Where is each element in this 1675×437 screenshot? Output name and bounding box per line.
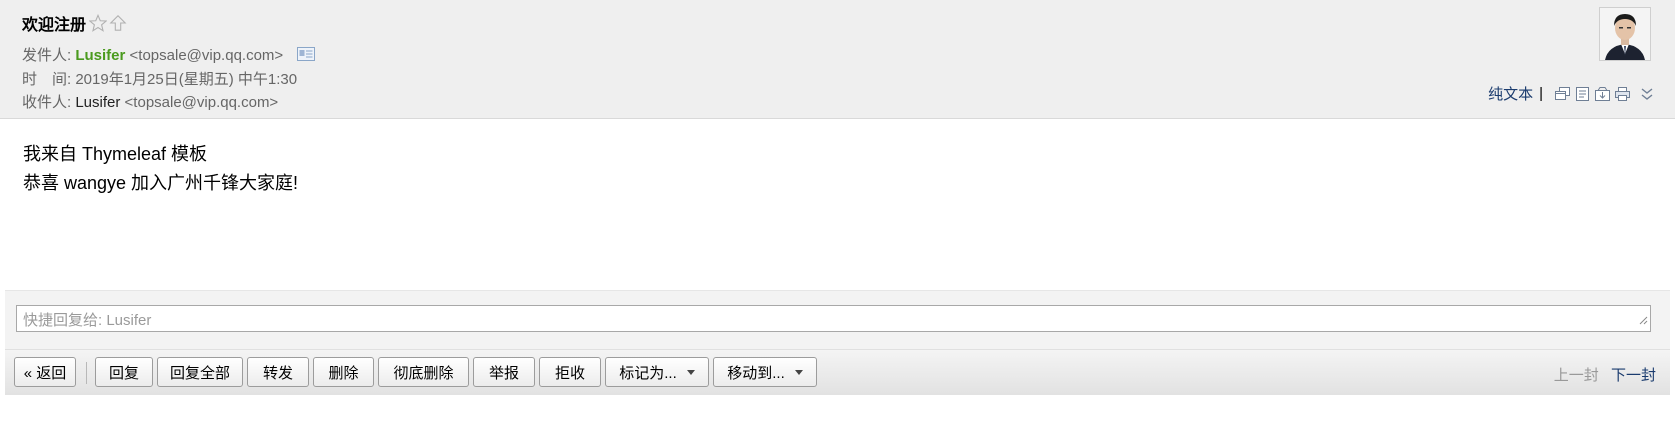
time-row: 时 间: 2019年1月25日(星期五) 中午1:30 — [22, 68, 297, 89]
report-button[interactable]: 举报 — [473, 357, 535, 387]
recipient-name[interactable]: Lusifer — [75, 94, 120, 111]
delete-permanent-button[interactable]: 彻底删除 — [378, 357, 469, 387]
mark-as-label: 标记为... — [619, 364, 677, 382]
toolbar-divider — [86, 362, 87, 384]
star-icon[interactable] — [89, 14, 108, 32]
avatar[interactable] — [1599, 7, 1651, 61]
reply-button[interactable]: 回复 — [95, 357, 153, 387]
move-to-label: 移动到... — [727, 364, 785, 382]
back-button[interactable]: « 返回 — [14, 357, 76, 387]
quick-reply-input[interactable]: 快捷回复给: Lusifer — [16, 305, 1651, 332]
mail-body: 我来自 Thymeleaf 模板 恭喜 wangye 加入广州千锋大家庭! — [23, 140, 298, 198]
tools-separator: | — [1539, 85, 1543, 102]
flag-up-icon[interactable] — [109, 14, 127, 32]
to-row: 收件人: Lusifer <topsale@vip.qq.com> — [22, 91, 278, 112]
expand-more-icon[interactable] — [1641, 87, 1653, 101]
mark-as-dropdown[interactable]: 标记为... — [605, 357, 709, 387]
subject-line: 欢迎注册 — [22, 11, 127, 35]
mail-header: 欢迎注册 发件人: Lusifer <topsale@vip.qq.com> 时… — [0, 0, 1675, 119]
delete-button[interactable]: 删除 — [313, 357, 374, 387]
recipient-address: <topsale@vip.qq.com> — [124, 94, 279, 111]
next-mail-link[interactable]: 下一封 — [1611, 367, 1656, 384]
resize-handle-icon[interactable] — [1638, 312, 1648, 329]
body-line-1: 我来自 Thymeleaf 模板 — [23, 144, 208, 164]
sender-address: <topsale@vip.qq.com> — [129, 47, 284, 64]
mail-pager: 上一封 下一封 — [1554, 364, 1656, 385]
quick-reply-placeholder: 快捷回复给: Lusifer — [23, 312, 152, 329]
print-icon[interactable] — [1615, 86, 1631, 101]
time-value: 2019年1月25日(星期五) 中午1:30 — [75, 71, 298, 88]
action-toolbar: « 返回 回复 回复全部 转发 删除 彻底删除 举报 拒收 标记为... 移动到… — [5, 349, 1670, 395]
chevron-down-icon — [686, 369, 695, 375]
quick-reply-area: 快捷回复给: Lusifer — [5, 290, 1670, 350]
new-window-icon[interactable] — [1555, 86, 1571, 101]
view-tools: 纯文本 | — [1488, 83, 1653, 104]
chevron-down-icon — [794, 369, 803, 375]
reject-button[interactable]: 拒收 — [539, 357, 601, 387]
note-icon[interactable] — [1575, 86, 1591, 101]
mail-subject: 欢迎注册 — [22, 17, 87, 34]
contact-card-icon[interactable] — [297, 47, 316, 65]
save-icon[interactable] — [1595, 86, 1611, 101]
sender-name[interactable]: Lusifer — [75, 47, 125, 64]
forward-button[interactable]: 转发 — [247, 357, 309, 387]
to-label: 收件人: — [22, 94, 72, 111]
prev-mail-link: 上一封 — [1553, 367, 1599, 384]
reply-all-button[interactable]: 回复全部 — [157, 357, 243, 387]
move-to-dropdown[interactable]: 移动到... — [713, 357, 817, 387]
from-row: 发件人: Lusifer <topsale@vip.qq.com> — [22, 44, 316, 65]
plain-text-link[interactable]: 纯文本 — [1488, 83, 1533, 104]
body-line-2: 恭喜 wangye 加入广州千锋大家庭! — [23, 173, 299, 193]
time-label: 时 间: — [22, 71, 72, 88]
from-label: 发件人: — [22, 47, 72, 64]
